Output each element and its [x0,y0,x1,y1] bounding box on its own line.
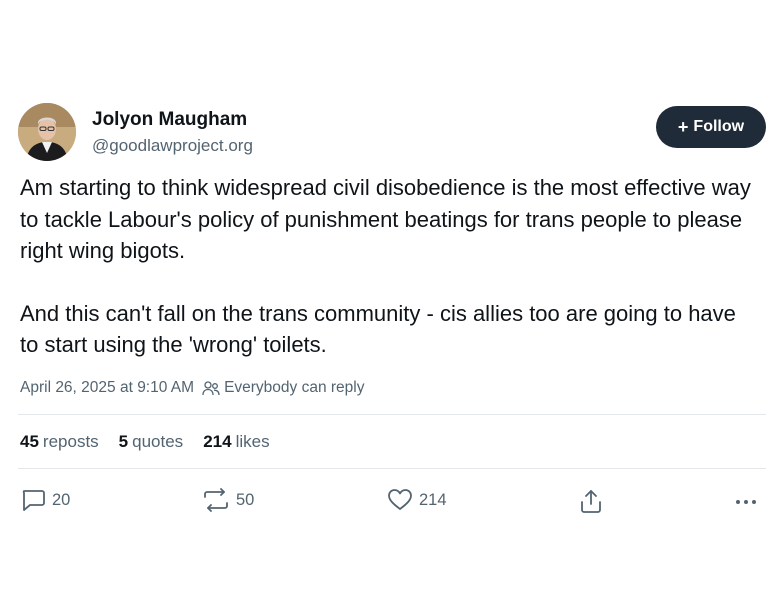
follow-label: Follow [693,118,745,135]
reply-button[interactable]: 20 [20,488,70,512]
repost-icon [204,488,228,512]
likes-label: likes [235,432,270,451]
more-button[interactable] [734,490,764,514]
post-paragraph: And this can't fall on the trans communi… [20,300,736,358]
avatar[interactable] [18,103,76,161]
share-button[interactable] [579,488,609,514]
like-count: 214 [419,490,447,509]
like-button[interactable]: 214 [387,488,447,512]
likes-stat[interactable]: 214 likes [203,432,269,452]
quotes-count: 5 [118,432,129,451]
reposts-count: 45 [20,432,39,451]
post-header: Jolyon Maugham @goodlawproject.org + Fol… [18,103,766,163]
divider [18,414,766,415]
reply-icon [22,490,45,511]
quotes-stat[interactable]: 5 quotes [119,432,184,452]
plus-icon: + [677,116,689,137]
more-icon [736,500,756,504]
people-icon [202,380,220,396]
likes-count: 214 [203,432,232,451]
engagement-stats: 45 reposts 5 quotes 214 likes [20,432,290,452]
reply-setting: Everybody can reply [224,379,365,396]
action-bar: 20 50 214 [18,488,766,518]
share-icon [581,490,601,513]
author-handle[interactable]: @goodlawproject.org [92,136,253,156]
heart-icon [388,489,412,510]
reposts-stat[interactable]: 45 reposts [20,432,99,452]
avatar-image [18,103,76,161]
follow-button[interactable]: + Follow [656,106,766,148]
quotes-label: quotes [132,432,184,451]
post-timestamp[interactable]: April 26, 2025 at 9:10 AM [20,379,194,397]
author-name[interactable]: Jolyon Maugham [92,109,247,131]
post-paragraph: Am starting to think widespread civil di… [20,175,751,263]
reposts-label: reposts [42,432,99,451]
post-card: Jolyon Maugham @goodlawproject.org + Fol… [0,0,776,600]
repost-count: 50 [236,490,255,509]
repost-button[interactable]: 50 [202,488,254,512]
reply-count: 20 [52,490,71,509]
post-meta: April 26, 2025 at 9:10 AM Everybody can … [20,379,365,397]
post-text: Am starting to think widespread civil di… [20,172,760,361]
divider [18,468,766,469]
